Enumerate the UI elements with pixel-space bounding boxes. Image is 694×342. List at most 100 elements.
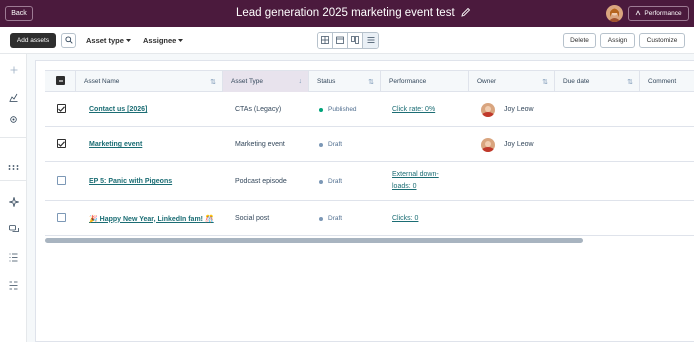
user-avatar[interactable] (606, 5, 623, 22)
owner-cell[interactable]: Joy Leow (481, 92, 534, 127)
performance-cell[interactable]: Clicks: 0 (392, 201, 418, 236)
row-checkbox[interactable] (57, 213, 66, 222)
list-view-icon (367, 36, 375, 46)
search-button[interactable] (61, 33, 76, 48)
table-row[interactable]: 🎉 Happy New Year, LinkedIn fam! 🎊 Social… (45, 201, 694, 236)
status-text: Draft (328, 141, 343, 148)
asset-name-cell[interactable]: EP 5: Panic with Pigeons (89, 162, 172, 201)
row-checkbox[interactable] (57, 176, 66, 185)
asset-type-cell: Social post (235, 201, 269, 236)
owner-name: Joy Leow (504, 106, 534, 113)
column-header-owner[interactable]: Owner ⇅ (469, 71, 555, 92)
asset-type-text: Social post (235, 215, 270, 222)
performance-cell[interactable]: External down- loads: 0 (392, 169, 439, 195)
performance-label: Performance (644, 10, 682, 17)
plus-icon[interactable] (8, 64, 19, 75)
performance-cell[interactable]: Click rate: 0% (392, 92, 435, 127)
asset-type-cell: CTAs (Legacy) (235, 92, 281, 127)
asset-type-text: Marketing event (235, 141, 285, 148)
column-header-asset-name[interactable]: Asset Name ⇅ (76, 71, 223, 92)
assignee-filter-label: Assignee (143, 36, 177, 45)
owner-name: Joy Leow (504, 141, 534, 148)
owner-cell[interactable]: Joy Leow (481, 127, 534, 162)
performance-link[interactable]: Clicks: 0 (392, 213, 418, 225)
checklist-icon[interactable] (8, 280, 19, 291)
asset-type-cell: Podcast episode (235, 162, 287, 201)
view-grid-button[interactable] (318, 33, 333, 48)
sort-icon: ⇅ (627, 79, 633, 86)
asset-name-link[interactable]: Marketing event (89, 141, 142, 148)
status-text: Published (328, 106, 357, 113)
asset-name-cell[interactable]: Marketing event (89, 127, 142, 162)
sort-icon: ⇅ (210, 79, 216, 86)
table-row[interactable]: Contact us [2026] CTAs (Legacy) Publishe… (45, 92, 694, 127)
column-label: Owner (477, 78, 497, 85)
view-list-button[interactable] (363, 33, 378, 48)
column-header-asset-type[interactable]: Asset Type ↓ (223, 71, 309, 92)
asset-name-cell[interactable]: 🎉 Happy New Year, LinkedIn fam! 🎊 (89, 201, 214, 236)
asset-type-filter[interactable]: Asset type (86, 36, 131, 45)
sidebar-divider (0, 137, 27, 138)
status-dot (319, 179, 323, 184)
performance-link[interactable]: loads: 0 (392, 181, 417, 193)
sort-icon: ⇅ (368, 79, 374, 86)
gear-icon[interactable] (8, 114, 19, 125)
calendar-icon (336, 36, 344, 46)
left-sidebar (0, 54, 27, 342)
asset-name-link[interactable]: EP 5: Panic with Pigeons (89, 178, 172, 185)
performance-link[interactable]: External down- (392, 169, 439, 181)
asset-type-cell: Marketing event (235, 127, 285, 162)
status-cell: Draft (319, 162, 342, 201)
view-switcher (317, 32, 379, 49)
asset-name-link[interactable]: 🎉 Happy New Year, LinkedIn fam! 🎊 (89, 215, 214, 223)
owner-avatar (481, 137, 495, 152)
column-label: Asset Name (84, 78, 120, 85)
table-row[interactable]: Marketing event Marketing event Draft Jo… (45, 127, 694, 162)
dots-icon[interactable] (8, 162, 19, 173)
pencil-icon[interactable] (461, 7, 471, 19)
scrollbar-thumb[interactable] (45, 238, 583, 243)
column-header-comment[interactable]: Comment (640, 71, 694, 92)
row-checkbox[interactable] (57, 139, 66, 148)
add-assets-button[interactable]: Add assets (10, 33, 56, 48)
column-label: Performance (389, 78, 427, 85)
horizontal-scrollbar[interactable] (44, 237, 694, 244)
chevron-down-icon (125, 36, 131, 45)
row-checkbox[interactable] (57, 104, 66, 113)
assign-button[interactable]: Assign (600, 33, 635, 48)
asset-name-link[interactable]: Contact us [2026] (89, 106, 147, 113)
asset-name-cell[interactable]: Contact us [2026] (89, 92, 147, 127)
column-header-performance[interactable]: Performance (381, 71, 469, 92)
assignee-filter[interactable]: Assignee (143, 36, 184, 45)
sparkle-icon[interactable] (8, 196, 19, 207)
select-all-cell (45, 71, 76, 92)
column-header-status[interactable]: Status ⇅ (309, 71, 381, 92)
chart-icon[interactable] (8, 92, 19, 103)
asset-type-text: Podcast episode (235, 178, 287, 185)
sidebar-divider (0, 180, 27, 181)
sort-icon: ⇅ (542, 79, 548, 86)
view-board-button[interactable] (348, 33, 363, 48)
status-dot (319, 216, 323, 221)
view-calendar-button[interactable] (333, 33, 348, 48)
search-icon (64, 35, 73, 46)
assets-table: Asset Name ⇅ Asset Type ↓ Status ⇅ Perfo… (35, 60, 694, 342)
performance-link[interactable]: Click rate: 0% (392, 104, 435, 116)
delete-button[interactable]: Delete (563, 33, 596, 48)
chat-icon[interactable] (8, 224, 19, 235)
title-group: Lead generation 2025 marketing event tes… (236, 7, 471, 19)
back-button[interactable]: Back (5, 6, 33, 21)
asset-type-text: CTAs (Legacy) (235, 106, 282, 113)
column-header-due-date[interactable]: Due date ⇅ (555, 71, 640, 92)
status-text: Draft (328, 178, 343, 185)
table-header: Asset Name ⇅ Asset Type ↓ Status ⇅ Perfo… (45, 70, 694, 92)
sort-descending-icon: ↓ (298, 78, 303, 85)
table-row[interactable]: EP 5: Panic with Pigeons Podcast episode… (45, 162, 694, 201)
column-label: Asset Type (231, 78, 264, 85)
performance-button[interactable]: Performance (628, 6, 689, 21)
list-icon[interactable] (8, 252, 19, 263)
status-dot (319, 142, 323, 147)
select-all-checkbox[interactable] (56, 76, 65, 85)
customize-button[interactable]: Customize (639, 33, 685, 48)
owner-avatar (481, 102, 495, 117)
